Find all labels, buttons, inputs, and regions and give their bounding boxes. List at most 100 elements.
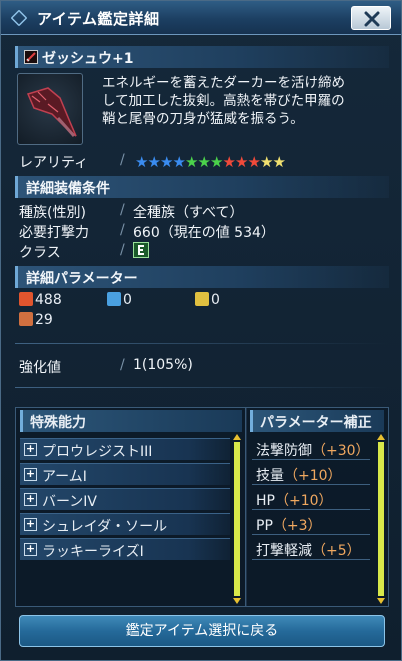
expand-icon[interactable]: + (24, 443, 37, 456)
defense-icon (19, 312, 33, 326)
defense-value: 29 (35, 312, 53, 328)
abilities-header: 特殊能力 (20, 410, 242, 432)
close-button[interactable] (351, 6, 391, 30)
hunter-class-icon (133, 242, 149, 260)
separator: / (120, 222, 125, 238)
bonus-value: （+5） (312, 543, 361, 559)
rarity-star-icon: ★ (235, 153, 249, 171)
item-description: エネルギーを蓄えたダーカーを活け締め して加工した抜剣。高熱を帯びた甲羅の 鞘と… (102, 74, 392, 128)
rarity-star-icon: ★ (272, 153, 286, 171)
bonus-item: 打撃軽減（+5） (252, 538, 370, 560)
ability-name: シュレイダ・ソール (42, 519, 168, 535)
bonus-item: PP（+3） (252, 513, 370, 535)
tech-value: 0 (211, 292, 220, 308)
rarity-star-icon: ★ (247, 153, 261, 171)
race-value: 全種族（すべて） (133, 205, 244, 221)
requirements-header: 詳細装備条件 (15, 176, 389, 198)
description-line: して加工した抜剣。高熱を帯びた甲羅の (102, 93, 345, 109)
bonuses-scrollbar[interactable] (378, 442, 384, 596)
bonus-item: HP（+10） (252, 488, 370, 510)
ability-name: アームI (42, 469, 87, 485)
scroll-up-icon[interactable] (233, 434, 241, 440)
rarity-stars: ★ ★ ★ ★ ★ ★ ★ ★ ★ ★ ★ ★ (135, 153, 286, 171)
abilities-title: 特殊能力 (30, 415, 86, 431)
bonus-value: （+10） (284, 468, 342, 484)
bonus-item: 技量（+10） (252, 463, 370, 485)
separator: / (120, 357, 125, 373)
ability-item[interactable]: + シュレイダ・ソール (20, 513, 230, 535)
rarity-star-icon: ★ (135, 153, 149, 171)
bonuses-panel: パラメーター補正 法撃防御（+30） 技量（+10） HP（+10） PP（+3… (245, 407, 389, 607)
ranged-value: 0 (123, 292, 132, 308)
ranged-stat: 0 (107, 292, 132, 308)
item-thumbnail (17, 73, 83, 145)
dagger-weapon-icon (24, 50, 38, 64)
ranged-icon (107, 292, 121, 306)
bonus-name: HP (256, 493, 275, 509)
attack-icon (19, 292, 33, 306)
dagger-image-icon (26, 87, 77, 137)
scroll-down-icon[interactable] (233, 598, 241, 604)
rarity-star-icon: ★ (172, 153, 186, 171)
parameters-header: 詳細パラメーター (15, 266, 389, 288)
expand-icon[interactable]: + (24, 493, 37, 506)
defense-stat: 29 (19, 312, 53, 328)
scroll-up-icon[interactable] (377, 434, 385, 440)
bonus-name: PP (256, 518, 273, 534)
ability-item[interactable]: + プロウレジストIII (20, 438, 230, 460)
divider (15, 343, 389, 344)
race-label: 種族(性別) (19, 205, 86, 221)
item-name: ゼッシュウ+1 (42, 51, 134, 67)
race-row: 種族(性別) / 全種族（すべて） (19, 202, 389, 222)
bonus-name: 技量 (256, 468, 284, 484)
tech-icon (195, 292, 209, 306)
expand-icon[interactable]: + (24, 468, 37, 481)
requirements-title: 詳細装備条件 (26, 181, 110, 197)
scrollbar-thumb[interactable] (378, 442, 384, 596)
rarity-label: レアリティ (19, 155, 89, 171)
abilities-panel: 特殊能力 + プロウレジストIII + アームI + バーンIV + シュレイダ… (15, 407, 247, 607)
bonus-value: （+3） (272, 518, 322, 534)
close-icon (364, 11, 380, 27)
bonuses-title: パラメーター補正 (260, 415, 372, 431)
class-row: クラス / (19, 242, 389, 262)
expand-icon[interactable]: + (24, 518, 37, 531)
ability-item[interactable]: + ラッキーライズI (20, 538, 230, 560)
ability-name: プロウレジストIII (42, 444, 153, 460)
description-line: 鞘と尾骨の刀身が猛威を振るう。 (102, 111, 304, 127)
window-title: アイテム鑑定詳細 (37, 10, 160, 28)
bonuses-header: パラメーター補正 (250, 410, 384, 432)
back-to-selection-button[interactable]: 鑑定アイテム選択に戻る (19, 615, 385, 647)
divider (15, 387, 389, 388)
rarity-star-icon: ★ (147, 153, 161, 171)
power-row: 必要打撃力 / 660（現在の値 534） (19, 222, 389, 242)
title-bar: アイテム鑑定詳細 (1, 1, 401, 35)
rarity-star-icon: ★ (222, 153, 236, 171)
tech-stat: 0 (195, 292, 220, 308)
expand-icon[interactable]: + (24, 543, 37, 556)
ability-name: ラッキーライズI (42, 544, 144, 560)
separator: / (120, 152, 125, 168)
scroll-down-icon[interactable] (377, 598, 385, 604)
scrollbar-thumb[interactable] (234, 442, 240, 596)
bonus-name: 法撃防御 (256, 443, 312, 459)
power-label: 必要打撃力 (19, 225, 89, 241)
attack-value: 488 (35, 292, 62, 308)
abilities-scrollbar[interactable] (234, 442, 240, 596)
rarity-row: レアリティ / ★ ★ ★ ★ ★ ★ ★ ★ ★ ★ ★ ★ (19, 152, 389, 172)
rarity-star-icon: ★ (185, 153, 199, 171)
enhance-value: 1(105%) (133, 357, 193, 373)
parameters-title: 詳細パラメーター (26, 271, 138, 287)
bonus-value: （+30） (312, 443, 370, 459)
ability-item[interactable]: + バーンIV (20, 488, 230, 510)
class-label: クラス (19, 245, 61, 261)
ability-item[interactable]: + アームI (20, 463, 230, 485)
ability-name: バーンIV (42, 494, 98, 510)
bonus-value: （+10） (274, 493, 333, 509)
enhance-row: 強化値 / 1(105%) (19, 357, 389, 377)
description-line: エネルギーを蓄えたダーカーを活け締め (102, 75, 345, 91)
item-appraisal-window: アイテム鑑定詳細 ゼッシュウ+1 エネルギーを蓄えたダーカーを活け締め して加工… (0, 0, 402, 661)
item-name-bar: ゼッシュウ+1 (15, 46, 389, 68)
rarity-star-icon: ★ (260, 153, 274, 171)
rarity-star-icon: ★ (197, 153, 211, 171)
